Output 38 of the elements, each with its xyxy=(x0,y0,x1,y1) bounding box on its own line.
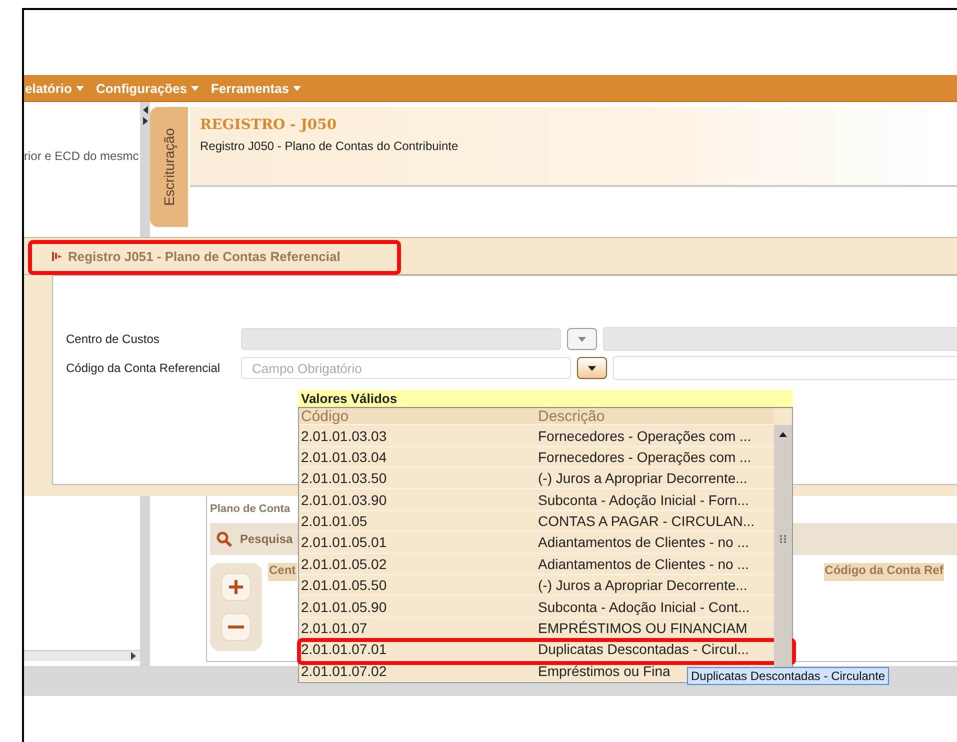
description-cell-text: Adiantamentos de Clientes - no ... xyxy=(537,534,749,550)
sidebar-text: rior e ECD do mesmc xyxy=(24,149,140,163)
column-header: Descrição xyxy=(537,408,605,425)
code-cell-text: 2.01.01.07 xyxy=(300,620,368,636)
page-title: REGISTRO - J050 xyxy=(200,117,338,133)
column-header: Código da Conta Ref xyxy=(824,563,944,581)
panel-title: Plano de Conta xyxy=(210,503,292,515)
description-cell-text: Duplicatas Descontadas - Circul... xyxy=(537,641,749,658)
dialog-title: Registro J051 - Plano de Contas Referencial xyxy=(68,248,340,264)
code-cell-text: 2.01.01.05.02 xyxy=(300,556,387,572)
description-cell-text: CONTAS A PAGAR - CIRCULAN... xyxy=(537,513,755,530)
code-cell-text: 2.01.01.05.50 xyxy=(300,577,387,594)
description-cell-text: (-) Juros a Apropriar Decorrente... xyxy=(537,577,748,594)
column-header: Cent xyxy=(268,563,297,581)
description-cell-text: Adiantamentos de Clientes - no ... xyxy=(537,556,749,572)
dropdown-title: Valores Válidos xyxy=(298,390,793,408)
tooltip: Duplicatas Descontadas - Circulante xyxy=(687,667,890,685)
description-cell-text: (-) Juros a Apropriar Decorrente... xyxy=(537,470,748,486)
field-label: Código da Conta Referencial xyxy=(66,361,222,375)
code-cell-text: 2.01.01.03.90 xyxy=(300,492,387,508)
search-label: Pesquisa xyxy=(240,532,293,546)
code-cell-text: 2.01.01.03.04 xyxy=(300,448,387,465)
code-cell-text: 2.01.01.03.03 xyxy=(300,428,387,444)
description-cell-text: Fornecedores - Operações com ... xyxy=(537,428,752,444)
field-label: Centro de Custos xyxy=(66,332,160,346)
description-cell-text: Subconta - Adoção Inicial - Forn... xyxy=(537,492,749,508)
column-header: Código xyxy=(300,408,349,425)
code-cell-text: 2.01.01.03.50 xyxy=(300,470,387,486)
code-cell-text: 2.01.01.07.01 xyxy=(300,641,387,658)
code-cell-text: 2.01.01.05 xyxy=(300,513,368,530)
code-cell-text: 2.01.01.05.01 xyxy=(300,534,387,550)
description-cell-text: Fornecedores - Operações com ... xyxy=(537,448,752,465)
code-cell-text: 2.01.01.07.02 xyxy=(300,662,387,679)
description-cell-text: Subconta - Adoção Inicial - Cont... xyxy=(537,598,750,615)
code-cell-text: 2.01.01.05.90 xyxy=(300,598,387,615)
page-subtitle: Registro J050 - Plano de Contas do Contribuinte xyxy=(200,139,460,153)
description-cell-text: Empréstimos ou Fina xyxy=(537,662,670,679)
description-cell-text: EMPRÉSTIMOS OU FINANCIAM xyxy=(537,620,748,636)
